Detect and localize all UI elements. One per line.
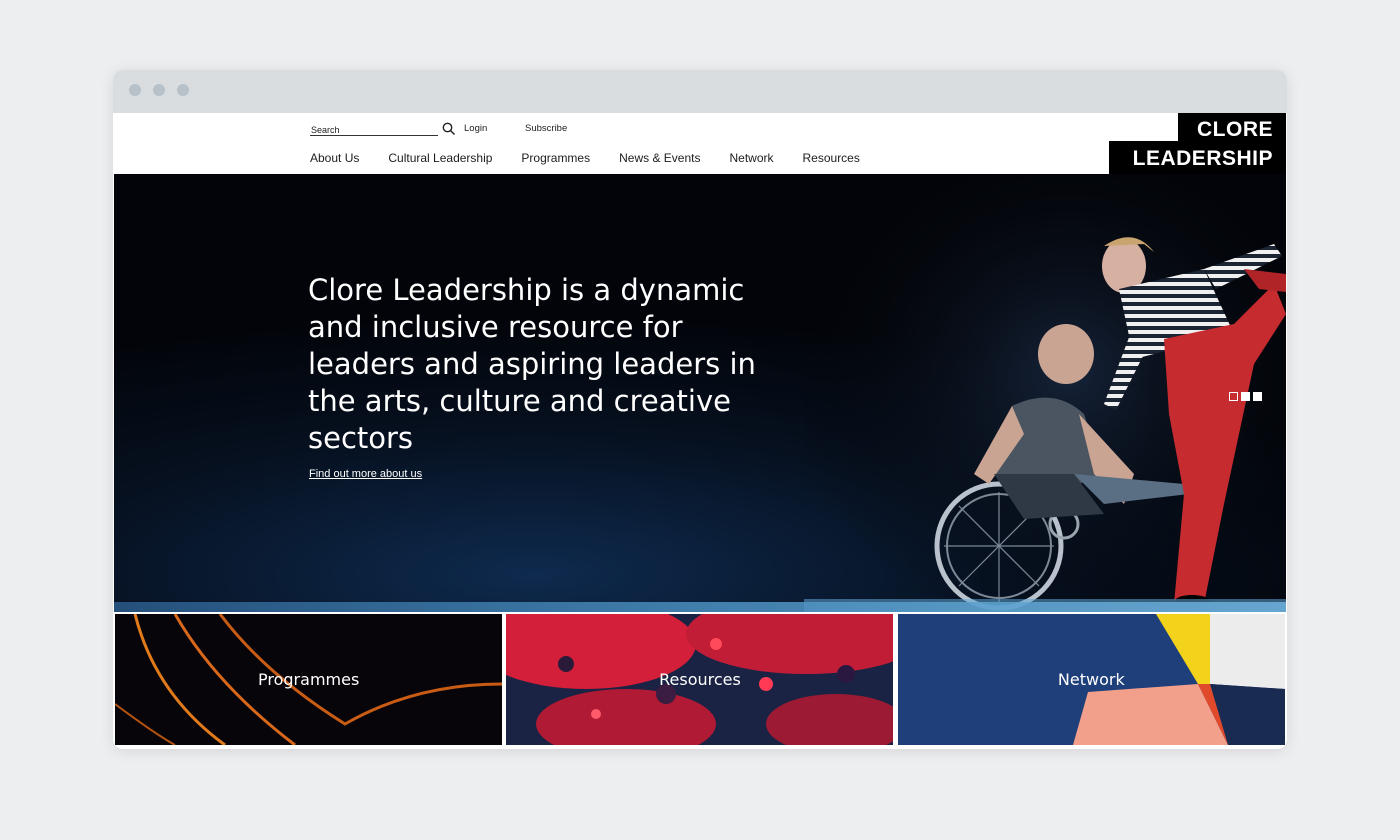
site-logo[interactable]: CLORE LEADERSHIP: [1109, 113, 1286, 175]
tile-resources[interactable]: Resources: [506, 614, 894, 745]
nav-about-us[interactable]: About Us: [310, 151, 359, 165]
nav-programmes[interactable]: Programmes: [521, 151, 590, 165]
logo-text-clore: CLORE: [1197, 118, 1273, 141]
hero-banner: Clore Leadership is a dynamic and inclus…: [114, 174, 1286, 612]
search-icon[interactable]: [442, 122, 456, 136]
slide-indicator-1[interactable]: [1229, 392, 1238, 401]
feature-tiles: Programmes Resources Network: [114, 613, 1286, 747]
tile-label-network: Network: [1057, 670, 1125, 689]
main-nav: About Us Cultural Leadership Programmes …: [310, 151, 889, 165]
stage-floor: [114, 602, 1286, 612]
tile-label-programmes: Programmes: [258, 670, 360, 689]
nav-resources[interactable]: Resources: [803, 151, 860, 165]
site-header: Login Subscribe About Us Cultural Leader…: [114, 113, 1286, 175]
nav-network[interactable]: Network: [729, 151, 773, 165]
window-minimize-dot[interactable]: [153, 84, 165, 96]
hero-headline: Clore Leadership is a dynamic and inclus…: [308, 273, 756, 455]
login-link[interactable]: Login: [464, 123, 487, 134]
slide-indicator-3[interactable]: [1253, 392, 1262, 401]
tile-label-resources: Resources: [659, 670, 741, 689]
tile-network[interactable]: Network: [897, 614, 1285, 745]
window-close-dot[interactable]: [129, 84, 141, 96]
browser-chrome: [113, 70, 1287, 113]
search-input[interactable]: [310, 122, 438, 138]
window-maximize-dot[interactable]: [177, 84, 189, 96]
web-page: Login Subscribe About Us Cultural Leader…: [114, 113, 1286, 747]
slider-pagination: [1229, 392, 1262, 401]
browser-window: Login Subscribe About Us Cultural Leader…: [113, 70, 1287, 749]
nav-news-events[interactable]: News & Events: [619, 151, 700, 165]
tile-programmes[interactable]: Programmes: [115, 614, 502, 745]
subscribe-link[interactable]: Subscribe: [525, 123, 567, 134]
hero-find-out-more-link[interactable]: Find out more about us: [309, 468, 422, 480]
dancers-photo: [804, 174, 1286, 612]
nav-cultural-leadership[interactable]: Cultural Leadership: [388, 151, 492, 165]
search-field-wrapper: [310, 120, 438, 138]
slide-indicator-2[interactable]: [1241, 392, 1250, 401]
logo-text-leadership: LEADERSHIP: [1132, 147, 1273, 170]
